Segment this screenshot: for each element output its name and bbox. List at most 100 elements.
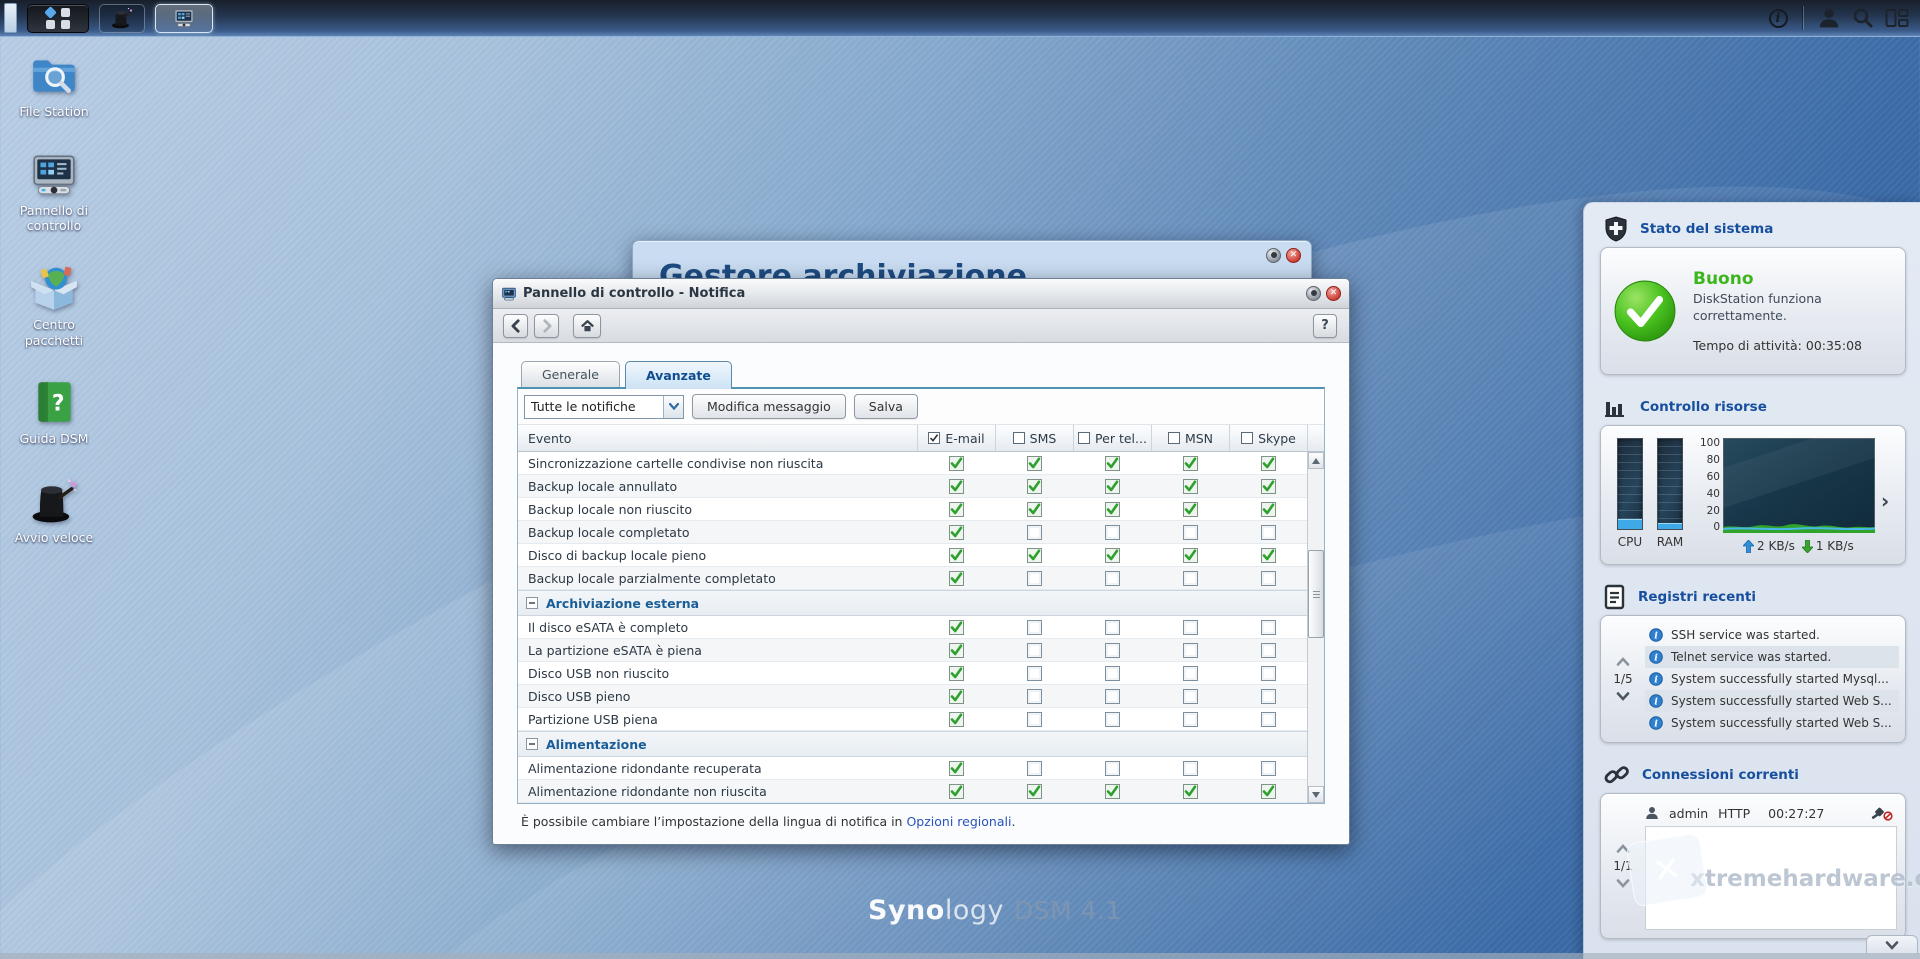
header-checkbox-skype[interactable] bbox=[1241, 432, 1253, 444]
widget-panel-collapse-tab[interactable] bbox=[1866, 935, 1918, 954]
checkbox-sms-checked[interactable] bbox=[1027, 456, 1042, 471]
control-panel-task-button[interactable] bbox=[155, 4, 213, 33]
checkbox-msn-unchecked[interactable] bbox=[1183, 525, 1198, 540]
checkbox-sms-unchecked[interactable] bbox=[1027, 689, 1042, 704]
scrollbar-thumb[interactable] bbox=[1308, 550, 1324, 638]
checkbox-skype-checked[interactable] bbox=[1261, 502, 1276, 517]
scroll-up-arrow[interactable] bbox=[1308, 452, 1324, 469]
forward-button[interactable] bbox=[534, 314, 559, 338]
checkbox-msn-unchecked[interactable] bbox=[1183, 712, 1198, 727]
checkbox-skype-checked[interactable] bbox=[1261, 456, 1276, 471]
checkbox-sms-unchecked[interactable] bbox=[1027, 712, 1042, 727]
checkbox-phone-unchecked[interactable] bbox=[1105, 571, 1120, 586]
checkbox-skype-unchecked[interactable] bbox=[1261, 525, 1276, 540]
checkbox-sms-checked[interactable] bbox=[1027, 479, 1042, 494]
checkbox-email-checked[interactable] bbox=[949, 525, 964, 540]
user-menu-button[interactable] bbox=[1812, 0, 1846, 36]
checkbox-phone-checked[interactable] bbox=[1105, 456, 1120, 471]
header-checkbox-email[interactable] bbox=[928, 432, 940, 444]
checkbox-phone-unchecked[interactable] bbox=[1105, 666, 1120, 681]
checkbox-email-checked[interactable] bbox=[949, 620, 964, 635]
main-menu-button[interactable] bbox=[27, 4, 89, 33]
header-checkbox-sms[interactable] bbox=[1013, 432, 1025, 444]
show-desktop-button[interactable] bbox=[4, 3, 17, 33]
checkbox-email-checked[interactable] bbox=[949, 456, 964, 471]
checkbox-msn-checked[interactable] bbox=[1183, 548, 1198, 563]
checkbox-phone-unchecked[interactable] bbox=[1105, 620, 1120, 635]
checkbox-phone-checked[interactable] bbox=[1105, 784, 1120, 799]
scroll-down-arrow[interactable] bbox=[1308, 786, 1324, 803]
help-button[interactable]: ? bbox=[1313, 314, 1337, 338]
page-up-chevron[interactable] bbox=[1616, 657, 1630, 666]
page-down-chevron[interactable] bbox=[1616, 692, 1630, 701]
checkbox-msn-checked[interactable] bbox=[1183, 502, 1198, 517]
info-button[interactable]: i bbox=[1761, 0, 1795, 36]
table-scrollbar[interactable] bbox=[1307, 452, 1324, 803]
search-button[interactable] bbox=[1846, 0, 1880, 36]
checkbox-skype-unchecked[interactable] bbox=[1261, 571, 1276, 586]
checkbox-skype-unchecked[interactable] bbox=[1261, 712, 1276, 727]
checkbox-sms-unchecked[interactable] bbox=[1027, 571, 1042, 586]
checkbox-email-checked[interactable] bbox=[949, 479, 964, 494]
column-header-sms[interactable]: SMS bbox=[995, 425, 1073, 451]
checkbox-skype-checked[interactable] bbox=[1261, 784, 1276, 799]
quick-launch-button[interactable] bbox=[99, 4, 145, 33]
resource-expand-chevron[interactable]: › bbox=[1881, 489, 1889, 513]
page-down-chevron[interactable] bbox=[1616, 879, 1630, 888]
pilot-view-button[interactable] bbox=[1880, 0, 1914, 36]
checkbox-msn-unchecked[interactable] bbox=[1183, 571, 1198, 586]
checkbox-sms-unchecked[interactable] bbox=[1027, 620, 1042, 635]
desktop-icon-dsm-help[interactable]: ?Guida DSM bbox=[6, 377, 102, 447]
checkbox-msn-unchecked[interactable] bbox=[1183, 620, 1198, 635]
collapse-section-icon[interactable] bbox=[526, 597, 538, 609]
edit-message-button[interactable]: Modifica messaggio bbox=[692, 394, 846, 419]
checkbox-skype-unchecked[interactable] bbox=[1261, 689, 1276, 704]
column-header-skype[interactable]: Skype bbox=[1229, 425, 1307, 451]
dialog-minimize-button[interactable] bbox=[1306, 286, 1321, 301]
column-header-phone[interactable]: Per tel... bbox=[1073, 425, 1151, 451]
checkbox-sms-unchecked[interactable] bbox=[1027, 643, 1042, 658]
checkbox-skype-checked[interactable] bbox=[1261, 548, 1276, 563]
back-button[interactable] bbox=[503, 314, 528, 338]
checkbox-email-checked[interactable] bbox=[949, 712, 964, 727]
checkbox-email-checked[interactable] bbox=[949, 502, 964, 517]
minimize-button[interactable] bbox=[1266, 248, 1281, 263]
collapse-section-icon[interactable] bbox=[526, 738, 538, 750]
checkbox-phone-checked[interactable] bbox=[1105, 548, 1120, 563]
header-checkbox-phone[interactable] bbox=[1078, 432, 1090, 444]
checkbox-sms-unchecked[interactable] bbox=[1027, 761, 1042, 776]
checkbox-phone-checked[interactable] bbox=[1105, 479, 1120, 494]
checkbox-skype-checked[interactable] bbox=[1261, 479, 1276, 494]
column-header-event[interactable]: Evento bbox=[518, 425, 917, 451]
tab-generale[interactable]: Generale bbox=[521, 361, 620, 387]
dialog-titlebar[interactable]: Pannello di controllo - Notifica ✕ bbox=[493, 279, 1349, 309]
checkbox-phone-unchecked[interactable] bbox=[1105, 643, 1120, 658]
disconnect-icon[interactable] bbox=[1871, 806, 1893, 821]
close-button[interactable]: ✕ bbox=[1286, 248, 1301, 263]
checkbox-msn-checked[interactable] bbox=[1183, 479, 1198, 494]
column-header-msn[interactable]: MSN bbox=[1151, 425, 1229, 451]
checkbox-sms-checked[interactable] bbox=[1027, 548, 1042, 563]
checkbox-skype-unchecked[interactable] bbox=[1261, 761, 1276, 776]
checkbox-msn-unchecked[interactable] bbox=[1183, 666, 1198, 681]
checkbox-sms-checked[interactable] bbox=[1027, 784, 1042, 799]
checkbox-sms-checked[interactable] bbox=[1027, 502, 1042, 517]
header-checkbox-msn[interactable] bbox=[1168, 432, 1180, 444]
checkbox-email-checked[interactable] bbox=[949, 761, 964, 776]
checkbox-email-checked[interactable] bbox=[949, 784, 964, 799]
checkbox-email-checked[interactable] bbox=[949, 643, 964, 658]
checkbox-email-checked[interactable] bbox=[949, 666, 964, 681]
desktop-icon-file-station[interactable]: File Station bbox=[6, 50, 102, 120]
checkbox-msn-checked[interactable] bbox=[1183, 456, 1198, 471]
checkbox-skype-unchecked[interactable] bbox=[1261, 620, 1276, 635]
checkbox-skype-unchecked[interactable] bbox=[1261, 643, 1276, 658]
checkbox-sms-unchecked[interactable] bbox=[1027, 525, 1042, 540]
save-button[interactable]: Salva bbox=[854, 394, 918, 419]
checkbox-phone-unchecked[interactable] bbox=[1105, 689, 1120, 704]
checkbox-email-checked[interactable] bbox=[949, 548, 964, 563]
home-button[interactable] bbox=[573, 314, 601, 338]
dialog-close-button[interactable]: ✕ bbox=[1326, 286, 1341, 301]
desktop-icon-control-panel[interactable]: Pannello di controllo bbox=[6, 149, 102, 234]
checkbox-sms-unchecked[interactable] bbox=[1027, 666, 1042, 681]
checkbox-email-checked[interactable] bbox=[949, 689, 964, 704]
